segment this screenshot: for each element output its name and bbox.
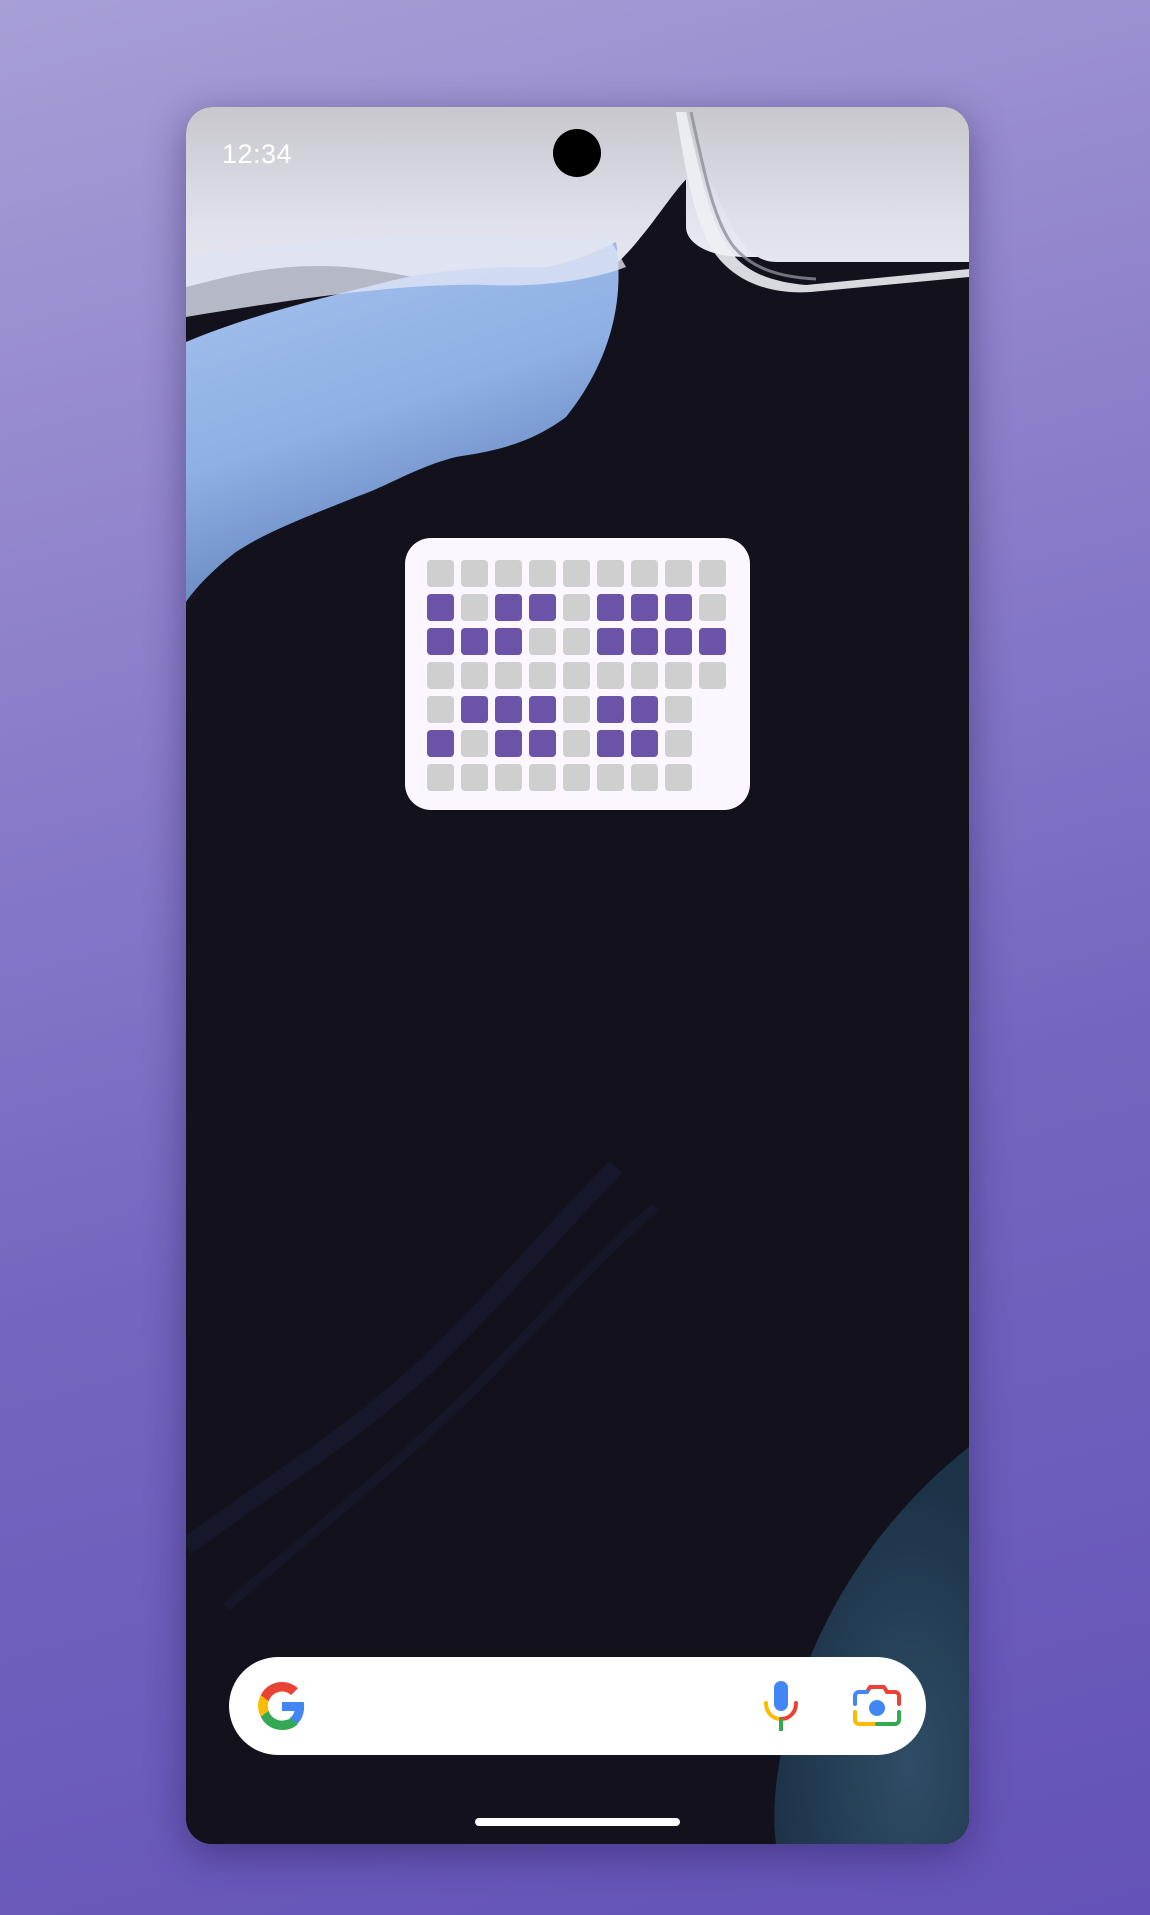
grid-cell-empty xyxy=(631,662,658,689)
google-search-bar[interactable] xyxy=(229,1657,926,1755)
grid-cell-filled xyxy=(597,696,624,723)
grid-cell-empty xyxy=(665,764,692,791)
front-camera-cutout xyxy=(553,129,601,177)
grid-cell-empty xyxy=(631,560,658,587)
grid-cell-empty xyxy=(699,594,726,621)
grid-cell-empty xyxy=(665,696,692,723)
grid-cell-empty xyxy=(563,560,590,587)
microphone-icon[interactable] xyxy=(761,1679,801,1733)
phone-screen: 12:34 xyxy=(186,107,969,1844)
gesture-navigation-handle[interactable] xyxy=(475,1818,680,1826)
grid-cell-filled xyxy=(495,594,522,621)
grid-cell-empty xyxy=(427,696,454,723)
grid-cell-filled xyxy=(427,730,454,757)
grid-cell-empty xyxy=(495,764,522,791)
grid-cell-filled xyxy=(427,628,454,655)
grid-cell-empty xyxy=(427,764,454,791)
grid-cell-empty xyxy=(563,696,590,723)
grid-cell-empty xyxy=(461,730,488,757)
grid-cell-empty xyxy=(699,560,726,587)
grid-cell-filled xyxy=(631,696,658,723)
grid-cell-filled xyxy=(631,628,658,655)
grid-cell-empty xyxy=(563,764,590,791)
grid-cell-empty xyxy=(563,662,590,689)
grid-cell-filled xyxy=(665,594,692,621)
grid-cell-empty xyxy=(529,764,556,791)
grid-cell-empty xyxy=(665,730,692,757)
grid-cell-filled xyxy=(597,730,624,757)
grid-cell-empty xyxy=(495,662,522,689)
grid-cell-empty xyxy=(529,628,556,655)
grid-cell-filled xyxy=(665,628,692,655)
grid-cell-filled xyxy=(495,730,522,757)
grid-cell-empty xyxy=(699,662,726,689)
grid-cell-empty xyxy=(563,628,590,655)
grid-cell-empty xyxy=(597,662,624,689)
grid-cell-filled xyxy=(631,594,658,621)
grid-cell-empty xyxy=(529,560,556,587)
grid-cell-filled xyxy=(597,628,624,655)
grid-cell-empty xyxy=(665,662,692,689)
grid-cell-empty xyxy=(427,560,454,587)
grid-cell-empty xyxy=(461,560,488,587)
grid-cell-empty xyxy=(563,594,590,621)
contribution-grid-widget[interactable] xyxy=(405,538,750,810)
google-g-icon xyxy=(258,1682,305,1730)
grid-cell-filled xyxy=(631,730,658,757)
grid-cell-empty xyxy=(427,662,454,689)
grid-cell-filled xyxy=(699,628,726,655)
grid-cell-filled xyxy=(529,730,556,757)
grid-cell-filled xyxy=(461,628,488,655)
grid-cell-filled xyxy=(529,594,556,621)
grid-cell-empty xyxy=(461,764,488,791)
grid-cell-empty xyxy=(461,594,488,621)
grid-cell-filled xyxy=(495,696,522,723)
grid-cell-empty xyxy=(495,560,522,587)
grid-cell-empty xyxy=(597,560,624,587)
grid-cell-empty xyxy=(563,730,590,757)
google-lens-camera-icon[interactable] xyxy=(851,1682,903,1730)
grid-cell-filled xyxy=(495,628,522,655)
grid-cell-empty xyxy=(529,662,556,689)
grid-cell-empty xyxy=(597,764,624,791)
grid-cell-empty xyxy=(631,764,658,791)
status-bar-time: 12:34 xyxy=(222,139,293,169)
grid-cell-filled xyxy=(427,594,454,621)
grid-cell-empty xyxy=(461,662,488,689)
grid-cell-filled xyxy=(461,696,488,723)
grid-cell-empty xyxy=(665,560,692,587)
grid-cell-filled xyxy=(597,594,624,621)
grid-cell-filled xyxy=(529,696,556,723)
wallpaper xyxy=(186,107,969,1844)
